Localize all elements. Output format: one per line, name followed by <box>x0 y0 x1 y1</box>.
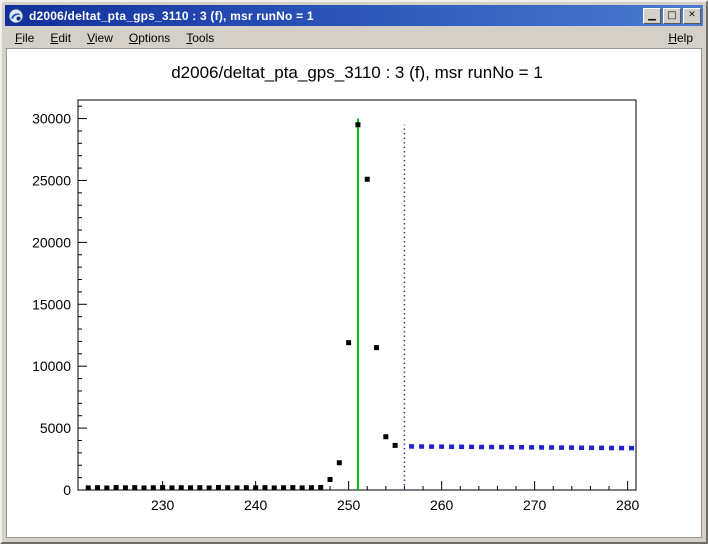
x-tick-label: 250 <box>337 497 361 513</box>
data-point <box>355 122 360 127</box>
data-point <box>114 485 119 490</box>
data-point <box>281 485 286 490</box>
x-tick-label: 270 <box>523 497 547 513</box>
data-point <box>309 485 314 490</box>
data-point <box>160 485 165 490</box>
minimize-button[interactable]: ▁ <box>643 8 661 24</box>
close-button[interactable]: ✕ <box>683 8 701 24</box>
data-point <box>374 345 379 350</box>
menu-edit[interactable]: Edit <box>42 29 79 47</box>
data-point <box>151 485 156 490</box>
plot-canvas[interactable]: d2006/deltat_pta_gps_3110 : 3 (f), msr r… <box>6 48 702 538</box>
app-icon-image <box>8 8 24 24</box>
data-point <box>328 477 333 482</box>
x-tick-label: 230 <box>151 497 175 513</box>
minimize-icon: ▁ <box>648 11 656 20</box>
y-tick-label: 30000 <box>32 111 71 127</box>
chart-title: d2006/deltat_pta_gps_3110 : 3 (f), msr r… <box>171 63 543 82</box>
data-point <box>142 485 147 490</box>
window-controls: ▁ □ ✕ <box>643 8 701 24</box>
data-point <box>188 485 193 490</box>
data-point <box>262 485 267 490</box>
close-icon: ✕ <box>688 11 696 20</box>
y-tick-label: 20000 <box>32 234 71 250</box>
data-point <box>95 485 100 490</box>
y-tick-label: 10000 <box>32 358 71 374</box>
data-point <box>300 485 305 490</box>
data-point <box>253 485 258 490</box>
data-point <box>207 485 212 490</box>
menu-help[interactable]: Help <box>660 29 701 47</box>
maximize-button[interactable]: □ <box>663 8 681 24</box>
data-point <box>244 485 249 490</box>
data-point <box>337 460 342 465</box>
window-title: d2006/deltat_pta_gps_3110 : 3 (f), msr r… <box>29 9 638 23</box>
data-point <box>318 485 323 490</box>
app-window: d2006/deltat_pta_gps_3110 : 3 (f), msr r… <box>0 0 708 544</box>
menu-tools[interactable]: Tools <box>178 29 222 47</box>
menu-file[interactable]: File <box>7 29 42 47</box>
y-tick-label: 15000 <box>32 296 71 312</box>
y-tick-label: 5000 <box>40 420 71 436</box>
data-point <box>179 485 184 490</box>
data-point <box>235 485 240 490</box>
data-point <box>365 177 370 182</box>
data-point <box>272 485 277 490</box>
data-point <box>86 485 91 490</box>
data-point <box>383 434 388 439</box>
maximize-icon: □ <box>667 11 676 20</box>
data-point <box>346 340 351 345</box>
menu-options[interactable]: Options <box>121 29 178 47</box>
y-tick-label: 25000 <box>32 172 71 188</box>
background-level-line <box>409 446 635 448</box>
x-tick-label: 240 <box>244 497 268 513</box>
x-tick-label: 260 <box>430 497 454 513</box>
app-icon[interactable] <box>8 8 24 24</box>
data-point <box>393 443 398 448</box>
chart-svg: d2006/deltat_pta_gps_3110 : 3 (f), msr r… <box>7 49 707 543</box>
menu-bar: FileEditViewOptionsTools Help <box>5 28 703 49</box>
data-point <box>123 485 128 490</box>
title-bar[interactable]: d2006/deltat_pta_gps_3110 : 3 (f), msr r… <box>5 5 703 26</box>
data-point <box>197 485 202 490</box>
data-point <box>132 485 137 490</box>
data-point <box>290 485 295 490</box>
data-point <box>216 485 221 490</box>
y-tick-label: 0 <box>63 482 71 498</box>
menu-view[interactable]: View <box>79 29 121 47</box>
data-point <box>104 486 109 491</box>
x-tick-label: 280 <box>616 497 640 513</box>
data-point <box>225 485 230 490</box>
data-point <box>169 485 174 490</box>
